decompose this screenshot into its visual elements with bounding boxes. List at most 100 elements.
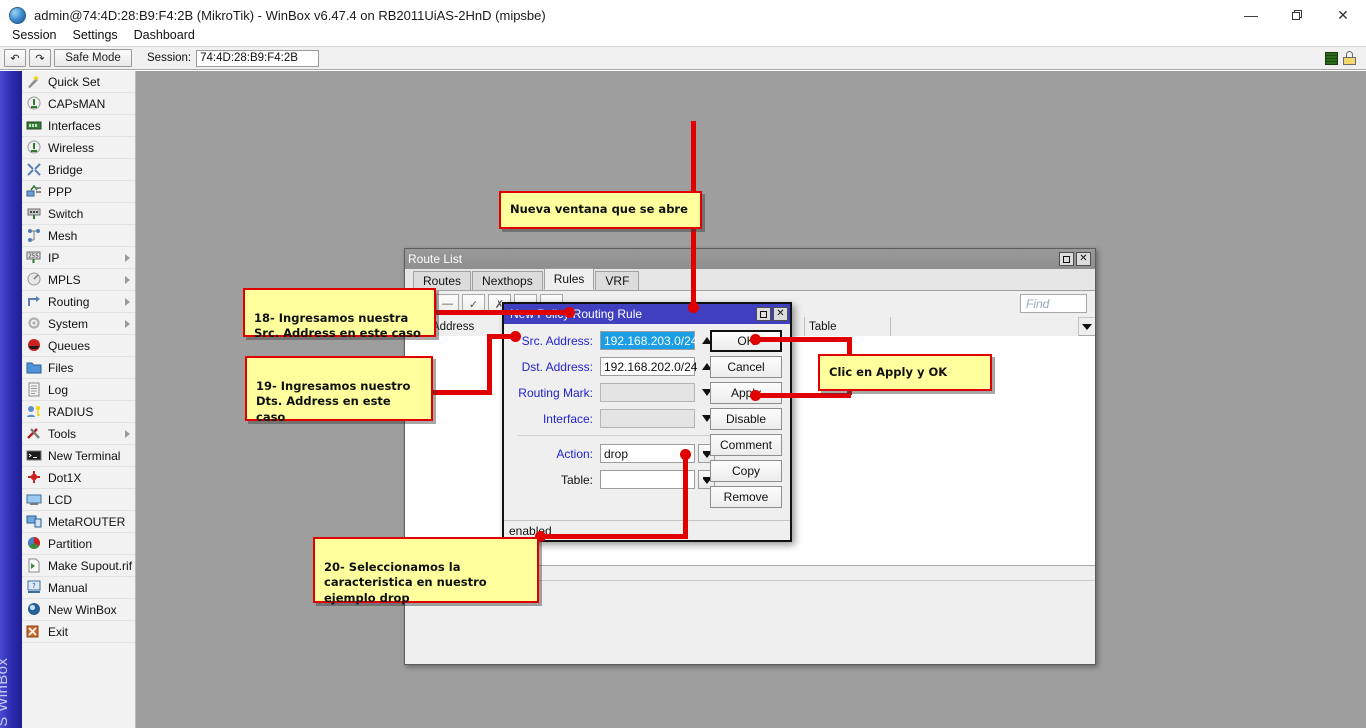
window-title: admin@74:4D:28:B9:F4:2B (MikroTik) - Win… [34, 8, 546, 23]
menu-item-dashboard[interactable]: Dashboard [126, 26, 203, 44]
connector-ok-horizontal [755, 337, 851, 342]
column-menu-icon[interactable] [1079, 317, 1095, 336]
tab-rules[interactable]: Rules [544, 268, 595, 290]
undo-button[interactable]: ↶ [4, 49, 26, 67]
traffic-graph-icon[interactable] [1325, 52, 1338, 65]
chevron-right-icon [125, 430, 130, 438]
sidebar-item-manual[interactable]: ? Manual [22, 577, 135, 599]
tools-icon [26, 426, 42, 441]
column-header-table[interactable]: Table [805, 317, 891, 336]
find-input[interactable]: Find [1020, 294, 1087, 313]
sidebar-item-new-terminal[interactable]: New Terminal [22, 445, 135, 467]
antenna-icon [26, 140, 42, 155]
sidebar-item-quick-set[interactable]: Quick Set [22, 71, 135, 93]
partition-icon [26, 536, 42, 551]
tab-vrf[interactable]: VRF [595, 271, 639, 290]
sidebar-item-ip[interactable]: 255 IP [22, 247, 135, 269]
sidebar-item-log[interactable]: Log [22, 379, 135, 401]
sidebar-item-dot1x[interactable]: Dot1X [22, 467, 135, 489]
sidebar-item-bridge[interactable]: Bridge [22, 159, 135, 181]
sidebar-label: LCD [48, 493, 72, 507]
src-address-label: Src. Address: [508, 334, 600, 348]
sidebar-item-files[interactable]: Files [22, 357, 135, 379]
table-combo-input[interactable] [600, 470, 695, 489]
menu-item-session[interactable]: Session [4, 26, 64, 44]
comment-button[interactable]: Comment [710, 434, 782, 456]
sidebar-item-queues[interactable]: Queues [22, 335, 135, 357]
winbox-logo-icon [9, 7, 26, 24]
safe-mode-button[interactable]: Safe Mode [54, 49, 132, 67]
chevron-right-icon [125, 276, 130, 284]
remove-button[interactable]: Remove [710, 486, 782, 508]
src-address-input[interactable]: 192.168.203.0/24 [600, 331, 695, 350]
sidebar-item-radius[interactable]: RADIUS [22, 401, 135, 423]
connector-apply-horizontal [755, 393, 851, 398]
lock-icon[interactable] [1343, 51, 1356, 65]
interfaces-icon [26, 118, 42, 133]
dialog-maximize-icon[interactable] [756, 307, 771, 321]
cancel-button[interactable]: Cancel [710, 356, 782, 378]
sidebar-label: Files [48, 361, 73, 375]
sidebar-item-metarouter[interactable]: MetaROUTER [22, 511, 135, 533]
route-list-close-icon[interactable]: ✕ [1076, 252, 1091, 266]
sidebar-item-exit[interactable]: Exit [22, 621, 135, 643]
sidebar-item-ppp[interactable]: PPP [22, 181, 135, 203]
disable-button[interactable]: Disable [710, 408, 782, 430]
sidebar-label: Interfaces [48, 119, 101, 133]
sidebar-item-switch[interactable]: Switch [22, 203, 135, 225]
copy-button[interactable]: Copy [710, 460, 782, 482]
sidebar-item-new-winbox[interactable]: New WinBox [22, 599, 135, 621]
session-value-field[interactable]: 74:4D:28:B9:F4:2B [196, 50, 319, 67]
route-list-window-controls: ✕ [1059, 252, 1092, 266]
sidebar-item-make-supout[interactable]: Make Supout.rif [22, 555, 135, 577]
svg-text:255: 255 [28, 254, 39, 260]
sidebar-label: Routing [48, 295, 89, 309]
sidebar-label: Log [48, 383, 68, 397]
sidebar-label: Quick Set [48, 75, 100, 89]
sidebar-item-system[interactable]: System [22, 313, 135, 335]
sidebar-item-interfaces[interactable]: Interfaces [22, 115, 135, 137]
sidebar-item-routing[interactable]: Routing [22, 291, 135, 313]
dst-address-label: Dst. Address: [508, 360, 600, 374]
sidebar-item-partition[interactable]: Partition [22, 533, 135, 555]
sidebar-item-capsman[interactable]: CAPsMAN [22, 93, 135, 115]
action-label: Action: [508, 447, 600, 461]
annotation-text: 19- Ingresamos nuestro Dts. Address en e… [256, 379, 410, 423]
tab-nexthops[interactable]: Nexthops [472, 271, 543, 290]
sidebar-item-mesh[interactable]: Mesh [22, 225, 135, 247]
annotation-apply-ok: Clic en Apply y OK [818, 354, 992, 391]
sidebar-item-tools[interactable]: Tools [22, 423, 135, 445]
winbox-icon [26, 602, 42, 617]
winbox-application-window: admin@74:4D:28:B9:F4:2B (MikroTik) - Win… [0, 0, 1366, 728]
sidebar-label: Mesh [48, 229, 77, 243]
mesh-icon [26, 228, 42, 243]
dst-address-input[interactable]: 192.168.202.0/24 [600, 357, 695, 376]
log-icon [26, 382, 42, 397]
menu-item-settings[interactable]: Settings [64, 26, 125, 44]
route-list-titlebar[interactable]: Route List ✕ [405, 249, 1095, 269]
sidebar-item-wireless[interactable]: Wireless [22, 137, 135, 159]
interface-label: Interface: [508, 412, 600, 426]
routing-mark-label: Routing Mark: [508, 386, 600, 400]
route-list-maximize-icon[interactable] [1059, 252, 1074, 266]
route-list-tabs: Routes Nexthops Rules VRF [405, 269, 1095, 291]
toolbar-status-icons [1325, 51, 1362, 65]
radius-icon [26, 404, 42, 419]
terminal-icon [26, 448, 42, 463]
interface-input[interactable] [600, 409, 695, 428]
sidebar-menu-list: Quick Set CAPsMAN Interfaces Wireless [22, 71, 136, 728]
dialog-button-column: OK Cancel Apply Disable Comment Copy Rem… [710, 330, 782, 512]
sidebar-label: Exit [48, 625, 68, 639]
connector-20-horizontal [540, 534, 688, 539]
connector-dot-20-end [680, 449, 691, 460]
sidebar-label: Switch [48, 207, 83, 221]
connector-dot-apply [750, 390, 761, 401]
column-header-filler [891, 317, 1079, 336]
connector-dot-18-end [564, 307, 575, 318]
sidebar-item-mpls[interactable]: MPLS [22, 269, 135, 291]
redo-button[interactable]: ↷ [29, 49, 51, 67]
sidebar-label: New Terminal [48, 449, 120, 463]
dialog-close-icon[interactable]: ✕ [773, 307, 788, 321]
routing-mark-input[interactable] [600, 383, 695, 402]
sidebar-item-lcd[interactable]: LCD [22, 489, 135, 511]
